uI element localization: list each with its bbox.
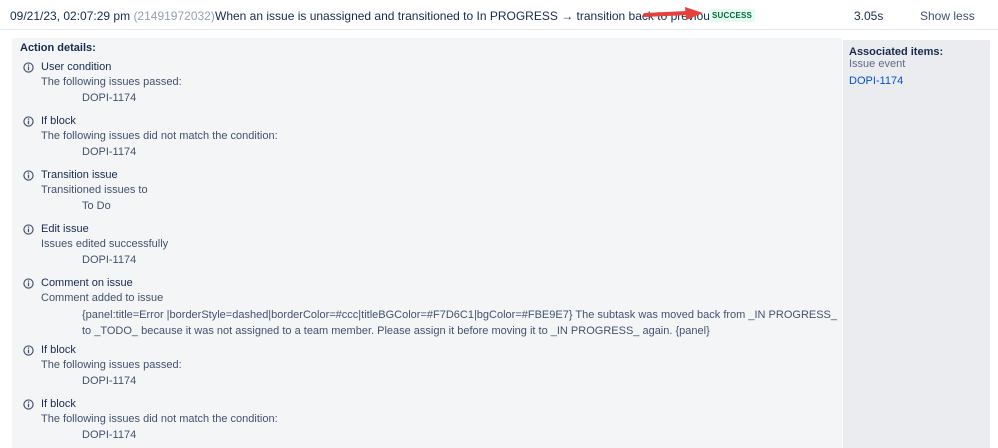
show-less-button[interactable]: Show less bbox=[920, 9, 975, 23]
action-value: DOPI-1174 bbox=[82, 146, 137, 158]
action-description: The following issues did not match the c… bbox=[41, 130, 278, 142]
info-icon bbox=[23, 224, 34, 235]
associated-items-subtitle: Issue event bbox=[849, 58, 906, 70]
action-description: Issues edited successfully bbox=[41, 238, 169, 250]
action-value: To Do bbox=[82, 200, 111, 212]
associated-items-title: Associated items: bbox=[849, 46, 944, 58]
action-name: If block bbox=[41, 398, 76, 410]
action-details-title: Action details: bbox=[20, 42, 96, 54]
status-badge: SUCCESS bbox=[709, 9, 756, 22]
associated-issue-link[interactable]: DOPI-1174 bbox=[849, 75, 903, 87]
action-value: DOPI-1174 bbox=[82, 92, 137, 104]
action-description: The following issues passed: bbox=[41, 359, 182, 371]
action-details-panel: Action details: User condition The follo… bbox=[12, 38, 842, 448]
audit-date-text: 09/21/23, 02:07:29 pm bbox=[10, 9, 131, 23]
action-description: The following issues did not match the c… bbox=[41, 413, 278, 425]
action-name: Comment on issue bbox=[41, 277, 133, 289]
action-name: If block bbox=[41, 344, 76, 356]
info-icon bbox=[23, 399, 34, 410]
info-icon bbox=[23, 62, 34, 73]
duration: 3.05s bbox=[854, 9, 884, 23]
action-value: DOPI-1174 bbox=[82, 254, 137, 266]
info-icon bbox=[23, 116, 34, 127]
info-icon bbox=[23, 170, 34, 181]
red-arrow-icon bbox=[643, 7, 703, 20]
action-name: User condition bbox=[41, 61, 112, 73]
info-icon bbox=[23, 345, 34, 356]
audit-id: (21491972032) bbox=[133, 9, 215, 23]
action-description: Comment added to issue bbox=[41, 292, 164, 304]
comment-body: {panel:title=Error |borderStyle=dashed|b… bbox=[82, 309, 838, 337]
action-value: DOPI-1174 bbox=[82, 429, 137, 441]
action-name: Edit issue bbox=[41, 223, 89, 235]
action-name: Transition issue bbox=[41, 169, 118, 181]
action-value: DOPI-1174 bbox=[82, 375, 137, 387]
info-icon bbox=[23, 278, 34, 289]
audit-log-row: 09/21/23, 02:07:29 pm (21491972032) When… bbox=[0, 0, 998, 30]
action-name: If block bbox=[41, 115, 76, 127]
action-description: The following issues passed: bbox=[41, 76, 182, 88]
action-description: Transitioned issues to bbox=[41, 184, 148, 196]
associated-items-panel: Associated items: Issue event DOPI-1174 bbox=[843, 40, 990, 448]
audit-date: 09/21/23, 02:07:29 pm (21491972032) bbox=[10, 9, 215, 23]
